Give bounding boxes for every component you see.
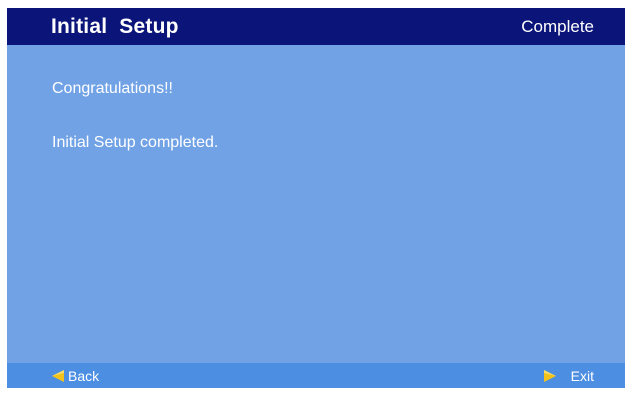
footer-bar: Back Exit <box>7 363 625 388</box>
content-panel: Congratulations!! Initial Setup complete… <box>7 45 625 363</box>
congratulations-message: Congratulations!! <box>52 80 173 97</box>
step-status: Complete <box>521 17 594 36</box>
header-bar: Initial Setup Complete <box>7 8 625 45</box>
exit-label: Exit <box>570 368 594 384</box>
arrow-left-icon <box>51 369 68 383</box>
exit-button[interactable]: Exit <box>543 368 594 384</box>
arrow-right-icon <box>543 369 571 383</box>
back-button[interactable]: Back <box>51 368 99 384</box>
setup-screen: Initial Setup Complete Congratulations!!… <box>7 8 625 388</box>
page-title: Initial Setup <box>51 15 179 38</box>
completion-message: Initial Setup completed. <box>52 134 219 151</box>
back-label: Back <box>68 368 100 384</box>
